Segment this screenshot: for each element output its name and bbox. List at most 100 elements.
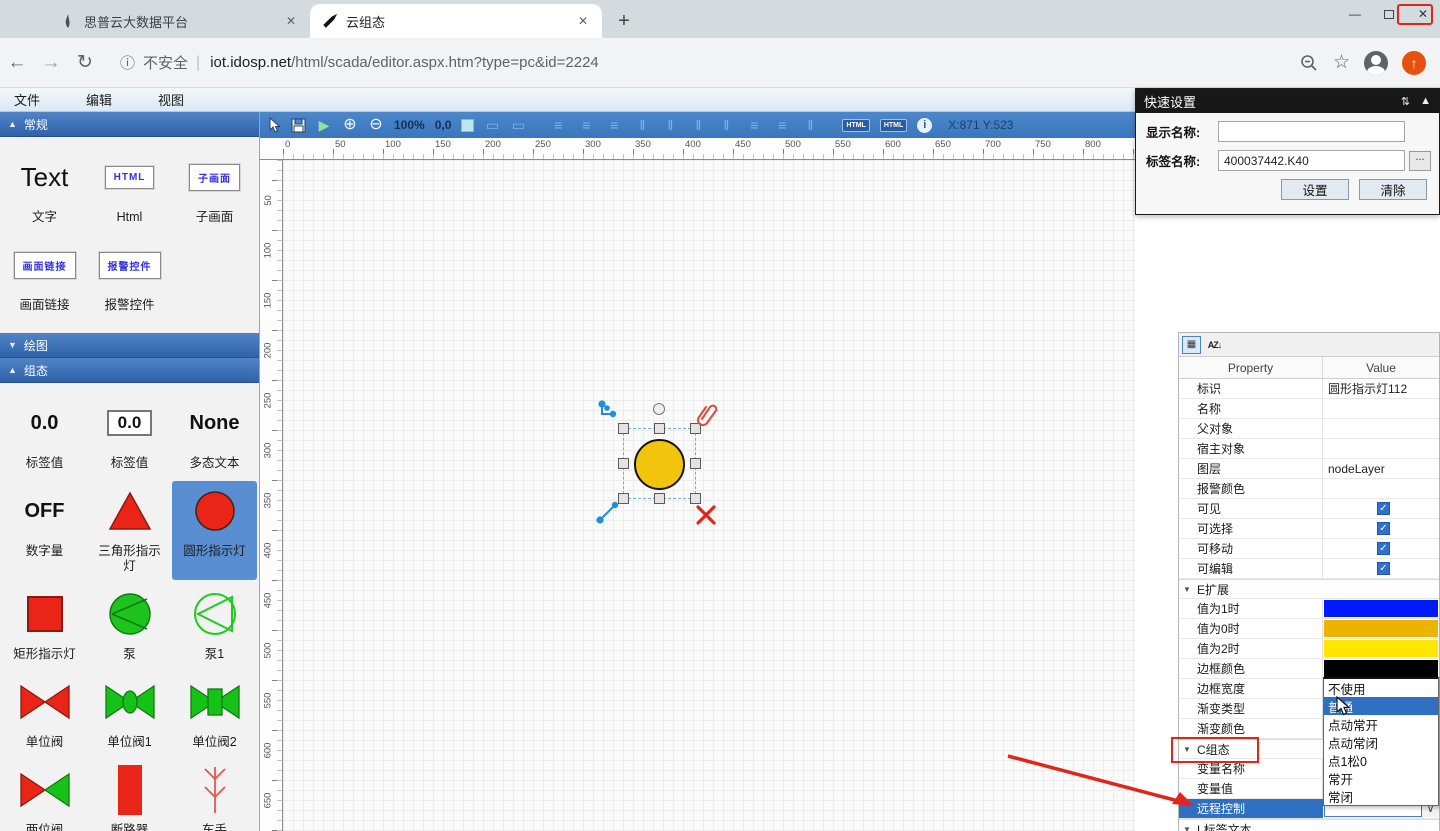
checkbox-icon[interactable]: ✓ [1377,502,1390,515]
browser-update-icon[interactable]: ↑ [1402,51,1426,75]
align-icon[interactable]: ‖ [802,118,818,132]
dropdown-option[interactable]: 普通 [1324,697,1438,715]
property-row[interactable]: ▼ 可选择 ✓ ∨ [1179,519,1439,539]
save-icon[interactable] [291,118,306,133]
palette-item-pump[interactable]: 泵 [87,584,172,668]
palette-item-digital[interactable]: OFF 数字量 [2,481,87,580]
palette-item-valve1[interactable]: 单位阀1 [87,672,172,756]
property-row[interactable]: ▼ E扩展 ✓ ∨ [1179,579,1439,599]
zoom-in-icon[interactable]: ⊕ [342,117,358,133]
palette-item-screen-link[interactable]: 画面链接 画面链接 [2,235,87,319]
color-swatch[interactable] [1324,640,1438,657]
palette-item-alarm-control[interactable]: 报警控件 报警控件 [87,235,172,319]
resize-handle-nw[interactable] [618,423,629,434]
link-anchor-icon[interactable] [596,500,620,524]
reload-icon[interactable]: ↻ [68,46,102,80]
property-row[interactable]: ▼ 宿主对象 ✓ ∨ [1179,439,1439,459]
run-icon[interactable]: ▶ [316,118,332,132]
rotate-handle[interactable] [653,403,665,415]
close-icon[interactable]: ✕ [282,12,300,30]
palette-item-tag-value[interactable]: 0.0 标签值 [2,393,87,477]
resize-handle-e[interactable] [690,458,701,469]
palette-item-two-way-valve[interactable]: 两位阀 [2,760,87,831]
section-header-drawing[interactable]: ▼ 绘图 [0,333,259,358]
tab-platform[interactable]: 思普云大数据平台 ✕ [48,4,310,38]
checkbox-icon[interactable]: ✓ [1377,562,1390,575]
align-icon[interactable]: ≡ [550,118,566,132]
section-header-scada[interactable]: ▲ 组态 [0,358,259,383]
dropdown-option[interactable]: 点动常开 [1324,715,1438,733]
align-icon[interactable]: ‖ [718,118,734,132]
url-field[interactable]: ⓘ 不安全 | iot.idosp.net/html/scada/editor.… [120,52,1299,73]
palette-item-rect-lamp[interactable]: 矩形指示灯 [2,584,87,668]
align-icon[interactable]: ‖ [634,118,650,132]
zoom-out-icon[interactable]: ⊖ [368,117,384,133]
palette-item-hand-switch[interactable]: 车手 [172,760,257,831]
property-row[interactable]: ▼ 图层 nodeLayer ✓ ∨ [1179,459,1439,479]
checkbox-icon[interactable]: ✓ [1377,542,1390,555]
paperclip-icon[interactable] [696,403,718,427]
tag-name-input[interactable] [1218,150,1405,171]
palette-item-tag-value-box[interactable]: 0.0 标签值 [87,393,172,477]
design-canvas[interactable] [283,160,1135,831]
menu-edit[interactable]: 编辑 [72,90,126,109]
palette-item-circle-lamp[interactable]: 圆形指示灯 [172,481,257,580]
tab-scada-editor[interactable]: 云组态 ✕ [310,4,602,38]
align-icon[interactable]: ‖ [662,118,678,132]
minimize-button[interactable]: — [1338,2,1372,26]
resize-handle-n[interactable] [654,423,665,434]
property-row[interactable]: ▼ 父对象 ✓ ∨ [1179,419,1439,439]
quick-settings-header[interactable]: 快速设置 ⇅ ▲ [1136,89,1439,113]
clear-button[interactable]: 清除 [1359,179,1427,200]
property-row[interactable]: ▼ 边框颜色 ✓ ∨ [1179,659,1439,679]
paste-icon[interactable]: ▭ [484,118,500,132]
back-icon[interactable]: ← [0,46,34,80]
palette-item-valve[interactable]: 单位阀 [2,672,87,756]
dropdown-option[interactable]: 常闭 [1324,787,1438,805]
resize-handle-se[interactable] [690,493,701,504]
display-name-input[interactable] [1218,121,1405,142]
palette-item-triangle-lamp[interactable]: 三角形指示灯 [87,481,172,580]
browse-tag-button[interactable]: ... [1409,151,1431,171]
color-swatch[interactable] [1324,600,1438,617]
dropdown-option[interactable]: 常开 [1324,769,1438,787]
align-icon[interactable]: ≡ [578,118,594,132]
categorize-icon[interactable]: ▦ [1182,336,1201,354]
property-row[interactable]: ▼ 值为0时 ✓ ∨ [1179,619,1439,639]
property-row[interactable]: ▼ L标签文本 ✓ ∨ [1179,819,1439,831]
new-tab-button[interactable]: + [610,7,638,35]
dropdown-option[interactable]: 点1松0 [1324,751,1438,769]
palette-item-valve2[interactable]: 单位阀2 [172,672,257,756]
page-zoom-icon[interactable] [1299,53,1319,73]
color-swatch[interactable] [1324,660,1438,677]
checkbox-icon[interactable]: ✓ [1377,522,1390,535]
maximize-button[interactable] [1372,2,1406,26]
sort-az-icon[interactable]: AZ↓ [1205,336,1224,354]
align-icon[interactable]: ‖ [690,118,706,132]
align-icon[interactable]: ≡ [774,118,790,132]
property-row[interactable]: ▼ 可见 ✓ ∨ [1179,499,1439,519]
html-export-icon[interactable]: HTML [842,119,869,132]
close-icon[interactable]: ✕ [574,12,592,30]
dropdown-option[interactable]: 点动常闭 [1324,733,1438,751]
profile-avatar[interactable] [1364,51,1388,75]
palette-item-multistate-text[interactable]: None 多态文本 [172,393,257,477]
palette-item-text[interactable]: Text 文字 [2,147,87,231]
bookmark-star-icon[interactable]: ☆ [1333,51,1350,74]
pointer-tool-icon[interactable] [268,117,281,133]
close-window-button[interactable]: ✕ [1406,2,1440,26]
forward-icon[interactable]: → [34,46,68,80]
grid-toggle-icon[interactable] [461,119,474,132]
align-icon[interactable]: ≡ [606,118,622,132]
property-row[interactable]: ▼ 可编辑 ✓ ∨ [1179,559,1439,579]
align-icon[interactable]: ≡ [746,118,762,132]
connector-icon[interactable] [597,400,619,422]
property-row[interactable]: ▼ 值为1时 ✓ ∨ [1179,599,1439,619]
property-row[interactable]: ▼ 值为2时 ✓ ∨ [1179,639,1439,659]
section-header-general[interactable]: ▲ 常规 [0,112,259,137]
property-row[interactable]: ▼ 可移动 ✓ ∨ [1179,539,1439,559]
panel-up-icon[interactable]: ▲ [1420,95,1431,107]
color-swatch[interactable] [1324,620,1438,637]
palette-item-html[interactable]: HTML Html [87,147,172,231]
dropdown-option[interactable]: 不使用 [1324,679,1438,697]
